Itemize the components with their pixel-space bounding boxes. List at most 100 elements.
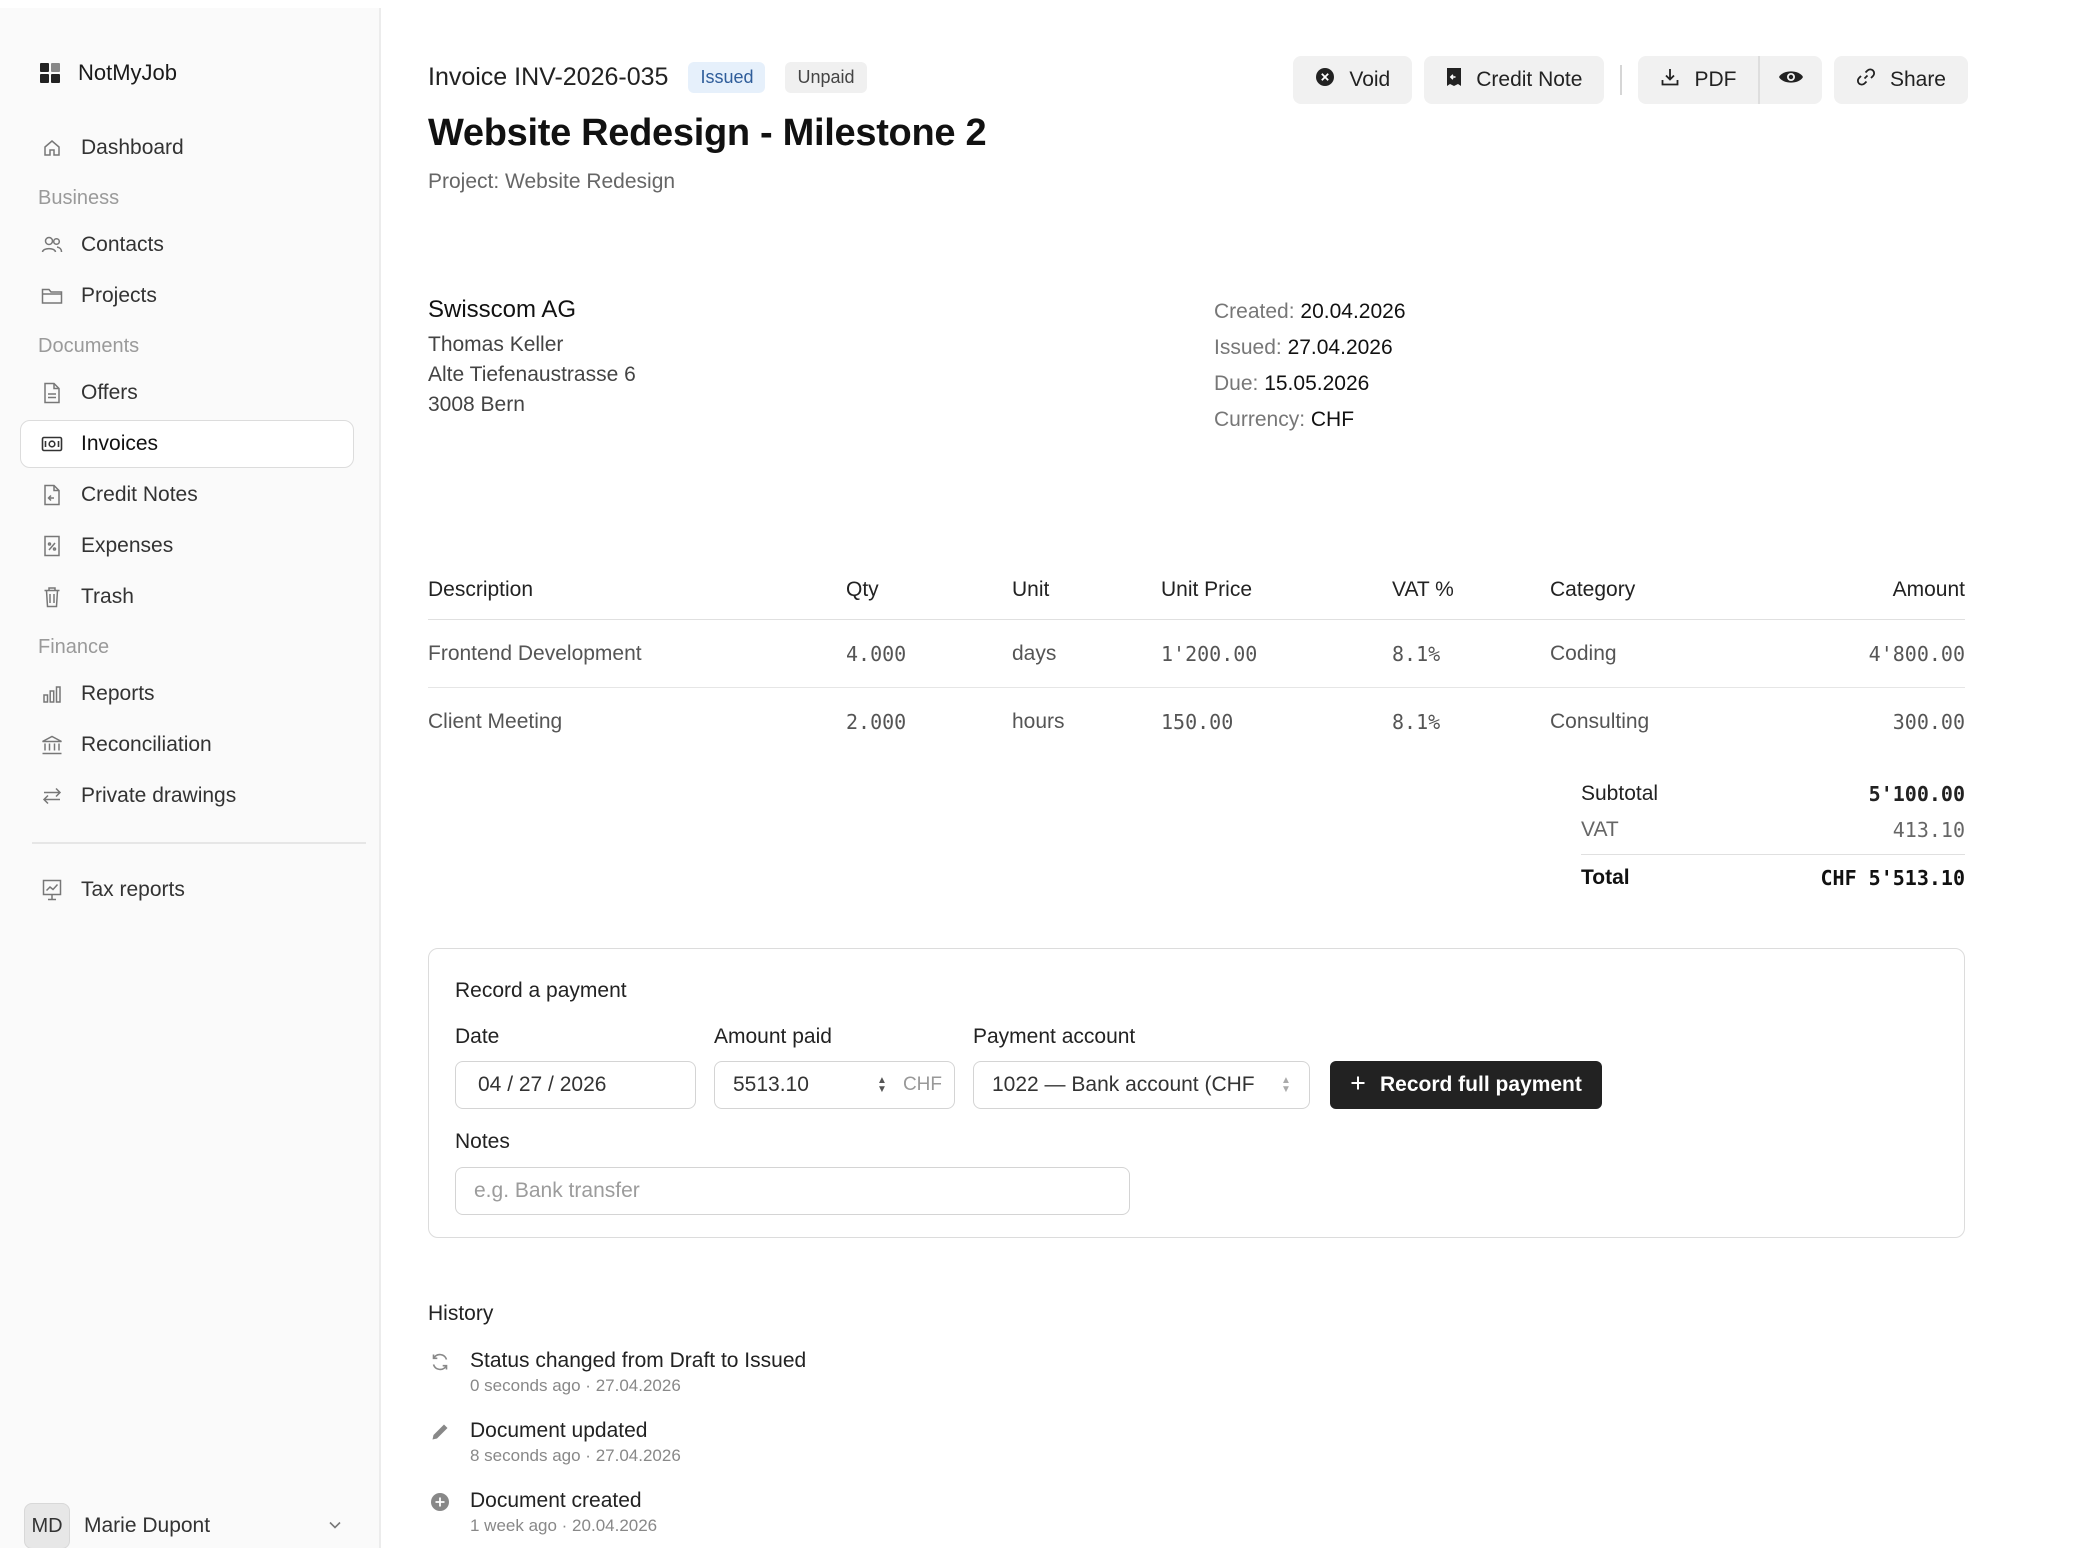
payment-account-value: 1022 — Bank account (CHF	[992, 1073, 1255, 1096]
due-date: 15.05.2026	[1264, 372, 1370, 395]
client-city: 3008 Bern	[428, 393, 525, 416]
sidebar-item-reconciliation[interactable]: Reconciliation	[20, 721, 354, 769]
sidebar-item-label: Private drawings	[81, 784, 237, 807]
column-header: Category	[1550, 577, 1636, 601]
cell-category: Coding	[1550, 641, 1617, 665]
arrows-exchange-icon	[41, 785, 63, 807]
sidebar-item-credit-notes[interactable]: Credit Notes	[20, 471, 354, 519]
receipt-percent-icon	[41, 535, 63, 557]
bar-chart-icon	[41, 683, 63, 705]
user-menu[interactable]: MD Marie Dupont	[24, 1502, 342, 1548]
sidebar-section-documents: Documents	[38, 335, 140, 357]
payment-status-badge: Unpaid	[785, 62, 867, 93]
banknote-icon	[41, 433, 63, 455]
payment-date-value: 04 / 27 / 2026	[478, 1073, 607, 1096]
receipt-icon	[1446, 67, 1462, 93]
user-name: Marie Dupont	[84, 1514, 211, 1537]
table-row: Frontend Development 4.000 days 1'200.00…	[428, 620, 1965, 688]
sidebar-item-tax-reports[interactable]: Tax reports	[20, 866, 354, 914]
sidebar-item-private-drawings[interactable]: Private drawings	[20, 772, 354, 820]
cell-qty: 4.000	[846, 641, 907, 666]
bank-icon	[41, 734, 63, 756]
meta-label: Currency:	[1214, 408, 1306, 431]
history-list: Status changed from Draft to Issued 0 se…	[428, 1348, 806, 1548]
brand[interactable]: NotMyJob	[40, 60, 177, 86]
column-header: Description	[428, 577, 534, 601]
sidebar-nav: Dashboard Business Contacts Projects Doc…	[20, 124, 366, 917]
subtotal-value: 5'100.00	[1868, 782, 1965, 806]
sidebar-item-projects[interactable]: Projects	[20, 272, 354, 320]
pdf-preview-button[interactable]	[1760, 56, 1822, 104]
record-full-payment-button[interactable]: Record full payment	[1330, 1061, 1602, 1109]
history-item: Document updated 8 seconds ago · 27.04.2…	[428, 1418, 806, 1488]
payment-date-input[interactable]: 04 / 27 / 2026	[455, 1061, 696, 1109]
sidebar-item-offers[interactable]: Offers	[20, 369, 354, 417]
history-item: Status changed from Draft to Issued 0 se…	[428, 1348, 806, 1418]
amount-paid-label: Amount paid	[714, 1025, 832, 1048]
total-row: Total CHF 5'513.10	[1581, 854, 1965, 898]
cell-description: Client Meeting	[428, 710, 563, 733]
notes-input[interactable]: e.g. Bank transfer	[455, 1167, 1130, 1215]
issued-date: 27.04.2026	[1287, 336, 1393, 359]
sidebar-item-contacts[interactable]: Contacts	[20, 221, 354, 269]
void-label: Void	[1349, 68, 1391, 91]
presentation-chart-icon	[41, 879, 63, 901]
chevron-down-icon	[328, 1517, 342, 1535]
record-full-payment-label: Record full payment	[1380, 1073, 1582, 1096]
payment-account-select[interactable]: 1022 — Bank account (CHF ▲ ▼	[973, 1061, 1310, 1109]
sidebar-item-label: Trash	[81, 585, 134, 608]
pdf-button-group: PDF	[1638, 56, 1822, 104]
meta-due: Due: 15.05.2026	[1214, 366, 1406, 402]
sidebar-item-label: Dashboard	[81, 136, 184, 159]
pdf-label: PDF	[1694, 68, 1737, 91]
sidebar-item-label: Contacts	[81, 233, 164, 256]
share-label: Share	[1889, 68, 1946, 91]
pdf-download-button[interactable]: PDF	[1638, 56, 1758, 104]
cell-vat: 8.1%	[1392, 710, 1441, 734]
sidebar: NotMyJob Dashboard Business Contacts Pro…	[0, 8, 381, 1548]
toolbar: Void Credit Note PDF Share	[1293, 56, 1968, 104]
history-title: History	[428, 1302, 494, 1325]
cell-unit: hours	[1012, 710, 1065, 733]
document-icon	[41, 382, 63, 404]
created-date: 20.04.2026	[1300, 300, 1406, 323]
pencil-icon	[428, 1420, 452, 1444]
history-item-time: 8 seconds ago · 27.04.2026	[470, 1446, 681, 1465]
subtotal-row: Subtotal 5'100.00	[1581, 776, 1965, 812]
sidebar-item-label: Offers	[81, 381, 138, 404]
share-button[interactable]: Share	[1833, 56, 1968, 104]
amount-paid-input[interactable]: 5513.10 ▲ ▼ CHF	[714, 1061, 955, 1109]
eye-icon	[1778, 68, 1804, 92]
column-header: Unit	[1012, 577, 1050, 601]
app-logo-icon	[40, 63, 60, 83]
table-header-row: Description Qty Unit Unit Price VAT % Ca…	[428, 560, 1965, 620]
sidebar-divider	[32, 842, 366, 844]
history-item-time: 1 week ago · 20.04.2026	[470, 1516, 658, 1535]
sidebar-item-dashboard[interactable]: Dashboard	[20, 124, 354, 172]
trash-icon	[41, 586, 63, 608]
cell-amount: 4'800.00	[1868, 641, 1965, 666]
project-reference: Project: Website Redesign	[428, 170, 676, 193]
sidebar-item-expenses[interactable]: Expenses	[20, 522, 354, 570]
amount-paid-value: 5513.10	[733, 1073, 809, 1096]
sidebar-item-invoices[interactable]: Invoices	[20, 420, 354, 468]
history-item-title: Document updated	[470, 1419, 648, 1442]
credit-note-button[interactable]: Credit Note	[1424, 56, 1605, 104]
download-icon	[1660, 67, 1680, 93]
cell-vat: 8.1%	[1392, 641, 1441, 666]
sidebar-item-trash[interactable]: Trash	[20, 573, 354, 621]
home-icon	[41, 137, 63, 159]
column-header: VAT %	[1392, 577, 1454, 601]
cell-amount: 300.00	[1892, 710, 1965, 734]
sidebar-item-label: Tax reports	[81, 878, 185, 901]
sidebar-item-reports[interactable]: Reports	[20, 670, 354, 718]
receipt-return-icon	[41, 484, 63, 506]
record-payment-title: Record a payment	[455, 979, 627, 1002]
client-street: Alte Tiefenaustrasse 6	[428, 363, 636, 386]
cell-qty: 2.000	[846, 710, 907, 734]
number-stepper-icon[interactable]: ▲ ▼	[875, 1076, 889, 1095]
page-title: Website Redesign - Milestone 2	[428, 112, 987, 154]
void-button[interactable]: Void	[1293, 56, 1413, 104]
notes-placeholder: e.g. Bank transfer	[474, 1179, 640, 1202]
subtotal-label: Subtotal	[1581, 782, 1659, 805]
